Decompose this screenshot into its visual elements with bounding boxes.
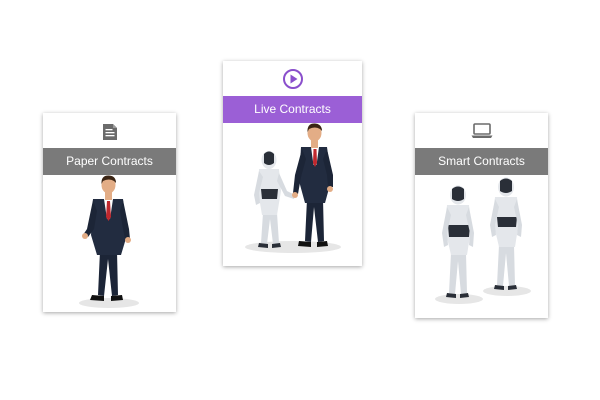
document-icon [43,123,176,141]
card-paper-contracts[interactable]: Paper Contracts [43,113,176,312]
laptop-icon [415,123,548,139]
two-robots-illustration [415,175,548,318]
card-header-smart: Smart Contracts [415,148,548,175]
card-header-paper: Paper Contracts [43,148,176,175]
card-header-live: Live Contracts [223,96,362,123]
businessman-illustration [43,175,176,312]
play-circle-icon [223,68,362,90]
card-smart-contracts[interactable]: Smart Contracts [415,113,548,318]
robot-handshake-illustration [223,123,362,266]
card-live-contracts[interactable]: Live Contracts [223,61,362,266]
